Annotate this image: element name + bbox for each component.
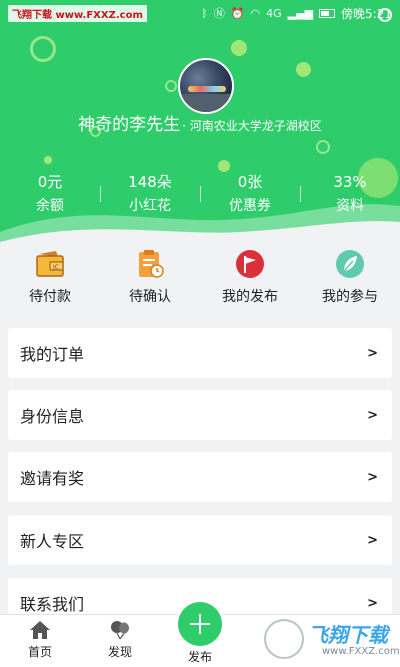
stat-value: 0张 (237, 173, 263, 191)
menu-item-newcomer[interactable]: 新人专区 > (8, 515, 392, 565)
tab-discover[interactable]: 发现 (90, 615, 150, 660)
svg-text:JC: JC (52, 264, 59, 271)
wallet-icon: JC (36, 251, 64, 277)
decor-bubble (218, 160, 230, 172)
alarm-icon: ⏰ (230, 6, 245, 20)
stat-profile[interactable]: 33% 资料 (300, 172, 400, 217)
decor-bubble (378, 8, 392, 22)
stats-row: 0元 余额 148朵 小红花 0张 优惠券 33% 资料 (0, 172, 400, 217)
user-info: 神奇的李先生 · 河南农业大学龙子湖校区 (0, 110, 400, 135)
stat-flowers[interactable]: 148朵 小红花 (100, 172, 200, 217)
stat-label: 优惠券 (229, 198, 271, 214)
quick-label: 我的参与 (322, 289, 378, 305)
decor-bubble (231, 40, 247, 56)
decor-bubble (165, 80, 177, 92)
user-school: · 河南农业大学龙子湖校区 (182, 119, 322, 133)
watermark-url: www.FXXZ.com (322, 646, 400, 657)
plus-icon (199, 614, 201, 634)
menu-item-orders[interactable]: 我的订单 > (8, 328, 392, 378)
decor-bubble (30, 36, 56, 62)
menu-label: 身份信息 (20, 407, 85, 426)
site-watermark: 飞翔下载 www.FXXZ.com (8, 4, 147, 22)
brand-watermark: 飞翔下载 www.FXXZ.com (262, 615, 400, 663)
chevron-right-icon: > (367, 345, 378, 361)
tab-home[interactable]: 首页 (10, 615, 70, 660)
stat-value: 33% (333, 173, 367, 191)
chevron-right-icon: > (367, 532, 378, 548)
avatar[interactable] (178, 58, 234, 114)
balloons-icon (111, 621, 129, 640)
stat-value: 0元 (37, 173, 63, 191)
quick-my-participation[interactable]: 我的参与 (300, 244, 400, 314)
quick-label: 待付款 (29, 289, 71, 305)
stat-coupons[interactable]: 0张 优惠券 (200, 172, 300, 217)
publish-button[interactable] (176, 600, 224, 648)
quick-pending-payment[interactable]: JC 待付款 (0, 244, 100, 314)
profile-header: 飞翔下载 www.FXXZ.com ᛒ Ⓝ ⏰ ◠ 4G ▂▄▆ 傍晚5:21 … (0, 0, 400, 246)
leaf-icon (336, 250, 364, 278)
home-icon (30, 621, 50, 639)
bluetooth-icon: ᛒ (201, 6, 208, 20)
user-name: 神奇的李先生 (78, 115, 181, 135)
menu-label: 联系我们 (20, 595, 85, 614)
chevron-right-icon: > (367, 407, 378, 423)
status-icons: ᛒ Ⓝ ⏰ ◠ 4G ▂▄▆ 傍晚5:21 (201, 5, 392, 22)
menu-label: 邀请有奖 (20, 469, 85, 488)
chevron-right-icon: > (367, 469, 378, 485)
menu-label: 我的订单 (20, 345, 85, 364)
signal-icon: ▂▄▆ (287, 6, 314, 20)
flag-icon (236, 250, 264, 278)
stat-label: 资料 (336, 198, 364, 214)
tab-label: 发布 (187, 650, 212, 664)
quick-actions: JC 待付款 待确认 我的发布 我的参与 (0, 244, 400, 314)
watermark-logo-icon (264, 619, 304, 659)
chevron-right-icon: > (367, 595, 378, 611)
decor-bubble (296, 62, 311, 77)
menu-item-identity[interactable]: 身份信息 > (8, 390, 392, 440)
menu-label: 新人专区 (20, 532, 85, 551)
stat-balance[interactable]: 0元 余额 (0, 172, 100, 217)
menu-item-invite[interactable]: 邀请有奖 > (8, 452, 392, 502)
tab-publish-label-wrap[interactable]: 发布 (170, 645, 230, 665)
stat-label: 小红花 (129, 198, 171, 214)
stat-value: 148朵 (128, 173, 172, 191)
quick-my-posts[interactable]: 我的发布 (200, 244, 300, 314)
status-bar: 飞翔下载 www.FXXZ.com ᛒ Ⓝ ⏰ ◠ 4G ▂▄▆ 傍晚5:21 (0, 0, 400, 26)
watermark-text: 飞翔下载 (308, 623, 388, 647)
tab-label: 发现 (107, 645, 132, 659)
network-type-label: 4G (266, 6, 282, 20)
battery-icon (319, 8, 336, 18)
quick-label: 待确认 (129, 289, 171, 305)
wifi-icon: ◠ (250, 6, 261, 20)
clipboard-clock-icon (139, 250, 164, 278)
decor-bubble (44, 156, 52, 164)
quick-pending-confirm[interactable]: 待确认 (100, 244, 200, 314)
stat-label: 余额 (36, 198, 64, 214)
nfc-icon: Ⓝ (213, 7, 225, 20)
quick-label: 我的发布 (222, 289, 278, 305)
tab-label: 首页 (27, 645, 52, 659)
decor-bubble (316, 140, 330, 154)
